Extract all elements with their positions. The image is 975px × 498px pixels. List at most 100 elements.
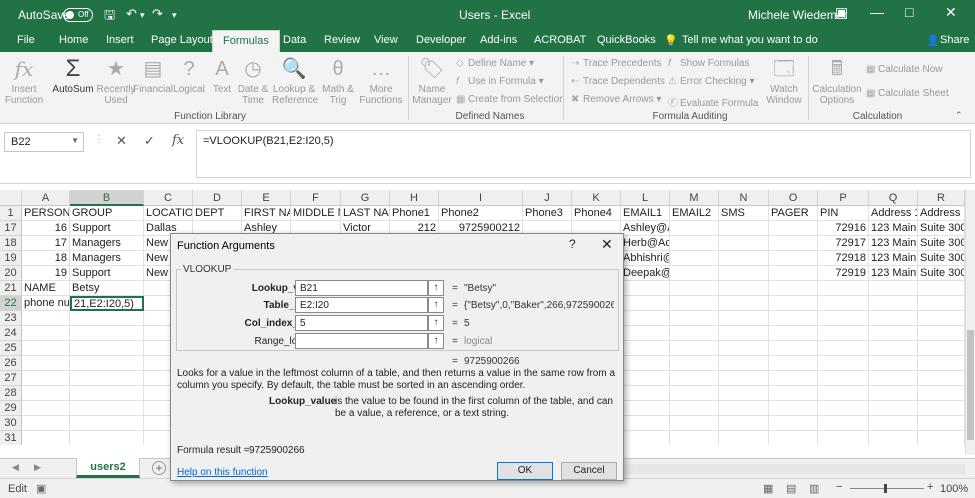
grid-cell[interactable]: Support [70, 221, 144, 236]
row-header[interactable]: 30 [0, 416, 22, 431]
vertical-scrollbar[interactable] [965, 190, 975, 455]
grid-cell[interactable] [70, 431, 144, 445]
grid-cell[interactable] [670, 221, 719, 236]
column-header[interactable]: A [22, 190, 70, 206]
zoom-slider-thumb[interactable] [884, 484, 887, 493]
tab-review[interactable]: Review [324, 34, 360, 46]
grid-cell[interactable] [22, 356, 70, 371]
table-array-input[interactable]: E2:I20 [295, 297, 428, 313]
grid-cell[interactable] [769, 266, 818, 281]
column-header[interactable]: G [341, 190, 390, 206]
grid-cell[interactable] [818, 401, 869, 416]
horizontal-scrollbar[interactable] [620, 464, 965, 474]
grid-cell[interactable] [621, 341, 670, 356]
grid-cell[interactable]: 72916 [818, 221, 869, 236]
grid-cell[interactable]: LAST NAME [341, 206, 390, 221]
column-header[interactable]: H [390, 190, 439, 206]
collapse-dialog-icon[interactable]: ↑ [428, 315, 444, 331]
row-header[interactable]: 22 [0, 296, 22, 311]
chevron-down-icon[interactable]: ▼ [71, 136, 79, 145]
autosum-button[interactable]: Σ AutoSum [50, 56, 96, 96]
grid-cell[interactable] [818, 281, 869, 296]
grid-cell[interactable] [918, 296, 965, 311]
grid-cell[interactable] [22, 311, 70, 326]
financial-button[interactable]: ▤ Financial [133, 56, 173, 95]
ribbon-display-icon[interactable]: ▣ [835, 4, 848, 21]
column-header[interactable]: E [242, 190, 291, 206]
grid-cell[interactable]: Suite 300 [918, 221, 965, 236]
recently-used-button[interactable]: ★ Recently Used [96, 56, 136, 106]
calculation-options-button[interactable]: 🖩 Calculation Options [812, 56, 862, 106]
grid-cell[interactable] [918, 311, 965, 326]
grid-cell[interactable] [769, 311, 818, 326]
grid-cell[interactable] [719, 221, 769, 236]
grid-cell[interactable] [769, 431, 818, 445]
grid-cell[interactable]: 18 [22, 251, 70, 266]
zoom-level[interactable]: 100% [940, 483, 968, 495]
add-sheet-icon[interactable]: + [152, 461, 166, 475]
grid-cell[interactable] [818, 386, 869, 401]
range-lookup-input[interactable] [295, 333, 428, 349]
autosave-toggle[interactable]: Off [63, 8, 93, 22]
grid-cell[interactable] [670, 401, 719, 416]
grid-cell[interactable] [719, 341, 769, 356]
grid-cell[interactable] [719, 431, 769, 445]
calculate-now-button[interactable]: ▦ Calculate Now [866, 64, 942, 75]
grid-cell[interactable]: EMAIL2 [670, 206, 719, 221]
grid-cell[interactable] [22, 386, 70, 401]
tab-acrobat[interactable]: ACROBAT [534, 34, 586, 46]
grid-cell[interactable] [70, 356, 144, 371]
grid-cell[interactable] [869, 281, 918, 296]
grid-cell[interactable] [670, 236, 719, 251]
grid-cell[interactable] [70, 341, 144, 356]
grid-cell[interactable]: PIN [818, 206, 869, 221]
name-manager-button[interactable]: 🏷 Name Manager [412, 56, 452, 106]
column-header[interactable]: F [291, 190, 341, 206]
grid-cell[interactable] [818, 416, 869, 431]
column-header[interactable]: C [144, 190, 193, 206]
tab-home[interactable]: Home [59, 34, 88, 46]
define-name-button[interactable]: ◇ Define Name ▾ [456, 58, 534, 69]
column-header[interactable]: Q [869, 190, 918, 206]
tab-page-layout[interactable]: Page Layout [151, 34, 213, 46]
col-index-num-input[interactable]: 5 [295, 315, 428, 331]
grid-cell[interactable] [719, 251, 769, 266]
grid-cell[interactable]: Managers [70, 251, 144, 266]
grid-cell[interactable]: LOCATION [144, 206, 193, 221]
grid-cell[interactable] [918, 371, 965, 386]
grid-cell[interactable] [769, 341, 818, 356]
grid-cell[interactable] [70, 416, 144, 431]
grid-cell[interactable] [22, 371, 70, 386]
column-header[interactable]: L [621, 190, 670, 206]
grid-cell[interactable]: MIDDLE NAME [291, 206, 341, 221]
row-header[interactable]: 21 [0, 281, 22, 296]
column-header[interactable]: I [439, 190, 523, 206]
grid-cell[interactable] [670, 371, 719, 386]
grid-cell[interactable] [869, 416, 918, 431]
grid-cell[interactable] [621, 326, 670, 341]
column-header[interactable]: M [670, 190, 719, 206]
calculate-sheet-button[interactable]: ▦ Calculate Sheet [866, 88, 949, 99]
grid-cell[interactable]: 16 [22, 221, 70, 236]
column-header[interactable]: N [719, 190, 769, 206]
page-break-view-icon[interactable]: ▥ [809, 482, 819, 495]
grid-cell[interactable] [918, 356, 965, 371]
formula-input[interactable]: =VLOOKUP(B21,E2:I20,5) [196, 130, 971, 178]
grid-cell[interactable] [719, 311, 769, 326]
grid-cell[interactable] [621, 311, 670, 326]
grid-cell[interactable] [769, 416, 818, 431]
grid-cell[interactable]: Abhishri@Acme.com [621, 251, 670, 266]
collapse-dialog-icon[interactable]: ↑ [428, 297, 444, 313]
grid-cell[interactable]: Ashley@Acme.com [621, 221, 670, 236]
share-button[interactable]: Share [940, 34, 969, 46]
grid-cell[interactable]: FIRST NAME [242, 206, 291, 221]
grid-cell[interactable] [719, 236, 769, 251]
grid-cell[interactable]: Support [70, 266, 144, 281]
redo-icon[interactable]: ↷ [152, 6, 163, 22]
grid-cell[interactable]: 72919 [818, 266, 869, 281]
tab-quickbooks[interactable]: QuickBooks [597, 34, 656, 46]
zoom-in-icon[interactable]: + [927, 481, 933, 493]
grid-cell[interactable] [818, 341, 869, 356]
active-cell[interactable]: 21,E2:I20,5) [70, 296, 144, 311]
tab-developer[interactable]: Developer [416, 34, 466, 46]
